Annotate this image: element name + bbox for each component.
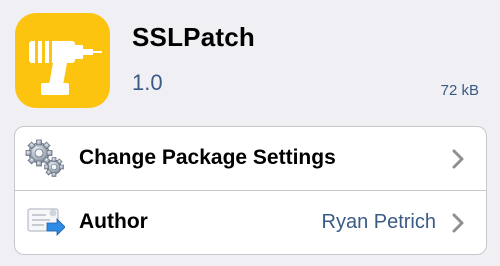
- package-size: 72 kB: [440, 82, 479, 99]
- package-header: SSLPatch 1.0 72 kB: [0, 0, 500, 120]
- author-label: Author: [79, 210, 148, 233]
- author-row[interactable]: Author Ryan Petrich: [15, 191, 486, 254]
- change-package-settings-label: Change Package Settings: [79, 146, 336, 169]
- gears-icon: [25, 139, 65, 179]
- chevron-right-icon: [452, 149, 464, 169]
- package-actions-group: Change Package Settings Author Ryan Petr…: [14, 126, 487, 255]
- contact-card-icon: [25, 203, 66, 243]
- drill-icon: [15, 13, 110, 108]
- chevron-right-icon: [452, 213, 464, 233]
- change-package-settings-row[interactable]: Change Package Settings: [15, 127, 486, 190]
- author-value: Ryan Petrich: [321, 211, 437, 233]
- package-name: SSLPatch: [132, 22, 255, 52]
- package-version: 1.0: [132, 70, 163, 95]
